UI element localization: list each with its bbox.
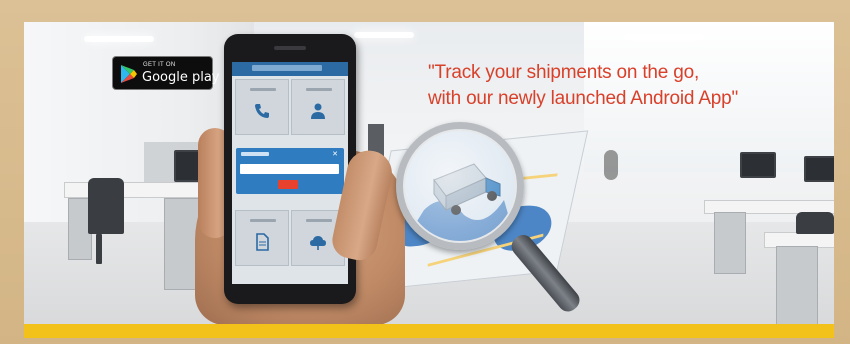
app-bar-title: [252, 65, 322, 71]
app-bar: [232, 62, 348, 76]
office-chair: [796, 212, 834, 234]
ceiling-light: [624, 34, 704, 40]
ceiling-light: [84, 36, 154, 42]
dialog-title: [241, 152, 269, 156]
tracking-dialog: ✕: [236, 148, 344, 194]
android-phone: ✕: [224, 34, 356, 304]
headline-line-1: "Track your shipments on the go,: [428, 62, 700, 83]
users-icon: [311, 103, 325, 119]
document-icon: [256, 233, 269, 251]
desk-cabinet: [776, 246, 818, 324]
app-tile-call: [235, 79, 289, 135]
phone-speaker: [274, 46, 306, 50]
desk-cabinet: [714, 212, 746, 274]
tile-caption: [306, 219, 332, 222]
google-play-badge[interactable]: GET IT ON Google play: [112, 56, 220, 90]
chair-base: [96, 234, 102, 264]
headline: "Track your shipments on the go, with ou…: [428, 60, 788, 112]
tile-caption: [250, 88, 276, 91]
tile-caption: [306, 88, 332, 91]
monitor: [740, 152, 776, 178]
accent-bar: [24, 324, 834, 338]
app-tile-users: [291, 79, 345, 135]
tracking-number-input: [240, 164, 339, 174]
phone-screen: ✕: [232, 62, 348, 284]
phone-icon: [255, 104, 269, 118]
magnifying-glass: [396, 122, 524, 250]
headline-line-2: with our newly launched Android App": [428, 88, 739, 109]
app-tile-document: [235, 210, 289, 266]
close-icon: ✕: [332, 151, 338, 158]
google-play-icon: [121, 65, 137, 83]
ceiling-light: [354, 32, 414, 38]
person-silhouette: [604, 150, 618, 180]
monitor: [804, 156, 834, 182]
track-button: [278, 180, 298, 189]
office-chair: [88, 178, 124, 234]
google-play-get-it-on: GET IT ON: [143, 62, 176, 68]
google-play-label: Google play: [142, 70, 220, 85]
cloud-icon: [310, 236, 326, 250]
tile-caption: [250, 219, 276, 222]
